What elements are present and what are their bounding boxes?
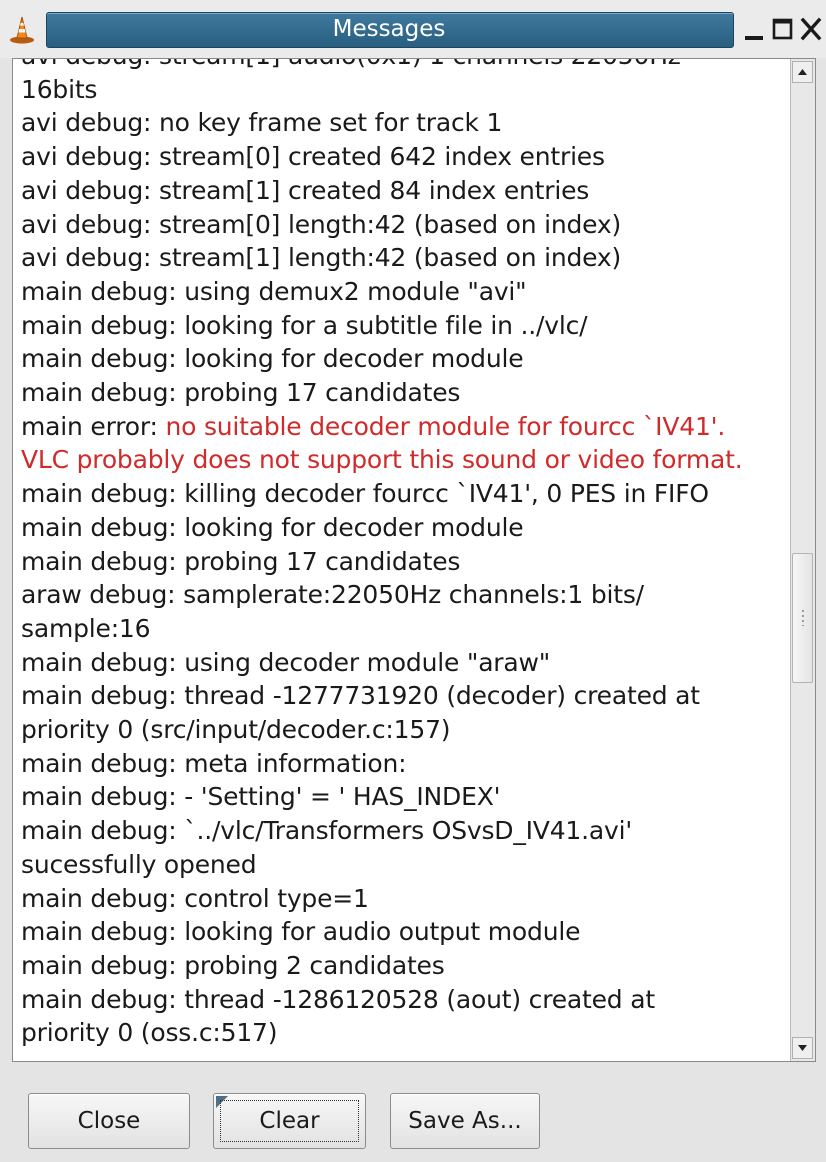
close-button-label: Close bbox=[77, 1108, 141, 1134]
save-as-button-label: Save As... bbox=[408, 1108, 522, 1134]
log-line-text: main debug: - 'Setting' = ' HAS_INDEX' bbox=[21, 782, 501, 812]
log-line-text: main debug: looking for decoder module bbox=[21, 512, 524, 542]
save-as-button[interactable]: Save As... bbox=[390, 1093, 540, 1149]
log-line-text: main error: bbox=[21, 411, 166, 441]
maximize-icon[interactable] bbox=[768, 10, 798, 46]
log-line-text: sucessfully opened bbox=[21, 849, 257, 879]
log-line-text: avi debug: stream[0] length:42 (based on… bbox=[21, 209, 622, 239]
log-line: avi debug: no key frame set for track 1 bbox=[21, 106, 791, 140]
log-line: main debug: looking for a subtitle file … bbox=[21, 309, 791, 343]
log-line-text: main debug: probing 17 candidates bbox=[21, 546, 461, 576]
log-line: main debug: looking for audio output mod… bbox=[21, 915, 791, 949]
log-line-text: main debug: looking for audio output mod… bbox=[21, 917, 581, 947]
log-line-text: avi debug: stream[1] audio(0x1) 1 channe… bbox=[21, 59, 681, 70]
log-line: main debug: meta information: bbox=[21, 747, 791, 781]
log-line: avi debug: stream[0] created 642 index e… bbox=[21, 140, 791, 174]
log-line: main debug: thread -1277731920 (decoder)… bbox=[21, 679, 791, 713]
log-line-text: 16bits bbox=[21, 74, 98, 104]
log-line-text: avi debug: stream[1] length:42 (based on… bbox=[21, 243, 622, 273]
log-line: priority 0 (src/input/decoder.c:157) bbox=[21, 713, 791, 747]
log-line-text: araw debug: samplerate:22050Hz channels:… bbox=[21, 580, 644, 610]
log-line: main debug: using decoder module "araw" bbox=[21, 646, 791, 680]
log-line-text: main debug: thread -1277731920 (decoder)… bbox=[21, 681, 700, 711]
log-line-text: priority 0 (src/input/decoder.c:157) bbox=[21, 715, 451, 745]
close-button[interactable]: Close bbox=[28, 1093, 190, 1149]
log-line: main debug: probing 17 candidates bbox=[21, 376, 791, 410]
log-line-text: main debug: looking for decoder module bbox=[21, 344, 524, 374]
log-line-error: VLC probably does not support this sound… bbox=[21, 443, 791, 477]
log-line: main debug: looking for decoder module bbox=[21, 511, 791, 545]
log-line-text: main debug: meta information: bbox=[21, 748, 407, 778]
log-line: main debug: looking for decoder module bbox=[21, 342, 791, 376]
log-line: main debug: probing 2 candidates bbox=[21, 949, 791, 983]
log-line-text: main debug: using decoder module "araw" bbox=[21, 647, 551, 677]
log-line: priority 0 (oss.c:517) bbox=[21, 1016, 791, 1050]
log-line-text: main debug: thread -1286120528 (aout) cr… bbox=[21, 984, 655, 1014]
log-line-error: main error: no suitable decoder module f… bbox=[21, 410, 791, 444]
log-line: avi debug: stream[1] created 84 index en… bbox=[21, 174, 791, 208]
log-line-text: main debug: using demux2 module "avi" bbox=[21, 276, 527, 306]
log-line-text: sample:16 bbox=[21, 613, 151, 643]
scroll-up-icon[interactable] bbox=[792, 61, 813, 83]
focus-corner-icon bbox=[216, 1096, 228, 1108]
log-line-text: avi debug: stream[0] created 642 index e… bbox=[21, 142, 605, 172]
clear-button[interactable]: Clear bbox=[213, 1093, 366, 1149]
log-error-text: no suitable decoder module for fourcc `I… bbox=[165, 411, 726, 441]
clear-button-label: Clear bbox=[259, 1108, 320, 1134]
scrollbar-thumb[interactable] bbox=[792, 553, 813, 683]
log-line: avi debug: stream[1] audio(0x1) 1 channe… bbox=[21, 59, 791, 73]
log-line-text: priority 0 (oss.c:517) bbox=[21, 1018, 278, 1048]
vertical-scrollbar[interactable] bbox=[790, 59, 815, 1061]
messages-log[interactable]: avi debug: stream[1] audio(0x1) 1 channe… bbox=[12, 58, 816, 1062]
log-line: sample:16 bbox=[21, 612, 791, 646]
log-line: sucessfully opened bbox=[21, 848, 791, 882]
log-line: 16bits bbox=[21, 73, 791, 107]
log-text: avi debug: stream[1] audio(0x1) 1 channe… bbox=[21, 59, 791, 1050]
log-line: avi debug: stream[1] length:42 (based on… bbox=[21, 241, 791, 275]
window-title: Messages bbox=[332, 16, 446, 42]
log-line: main debug: probing 17 candidates bbox=[21, 545, 791, 579]
log-line-text: avi debug: stream[1] created 84 index en… bbox=[21, 175, 590, 205]
log-line-text: main debug: probing 17 candidates bbox=[21, 378, 461, 408]
log-line: main debug: thread -1286120528 (aout) cr… bbox=[21, 983, 791, 1017]
log-line-text: main debug: `../vlc/Transformers OSvsD_I… bbox=[21, 816, 633, 846]
log-line: avi debug: stream[0] length:42 (based on… bbox=[21, 208, 791, 242]
log-line: main debug: - 'Setting' = ' HAS_INDEX' bbox=[21, 780, 791, 814]
title-bar: Messages bbox=[0, 0, 826, 58]
vlc-cone-icon[interactable] bbox=[8, 14, 36, 44]
log-error-text: VLC probably does not support this sound… bbox=[21, 445, 743, 475]
scrollbar-grip-icon bbox=[802, 610, 804, 626]
minimize-icon[interactable] bbox=[740, 10, 770, 46]
log-line-text: avi debug: no key frame set for track 1 bbox=[21, 108, 503, 138]
close-icon[interactable] bbox=[796, 10, 826, 46]
log-line: main debug: using demux2 module "avi" bbox=[21, 275, 791, 309]
log-line-text: main debug: killing decoder fourcc `IV41… bbox=[21, 479, 709, 509]
log-line: araw debug: samplerate:22050Hz channels:… bbox=[21, 578, 791, 612]
log-line-text: main debug: probing 2 candidates bbox=[21, 950, 445, 980]
scroll-down-icon[interactable] bbox=[792, 1037, 813, 1059]
log-line: main debug: killing decoder fourcc `IV41… bbox=[21, 477, 791, 511]
log-line: main debug: `../vlc/Transformers OSvsD_I… bbox=[21, 814, 791, 848]
log-line: main debug: control type=1 bbox=[21, 882, 791, 916]
log-line-text: main debug: looking for a subtitle file … bbox=[21, 310, 588, 340]
log-line-text: main debug: control type=1 bbox=[21, 883, 369, 913]
